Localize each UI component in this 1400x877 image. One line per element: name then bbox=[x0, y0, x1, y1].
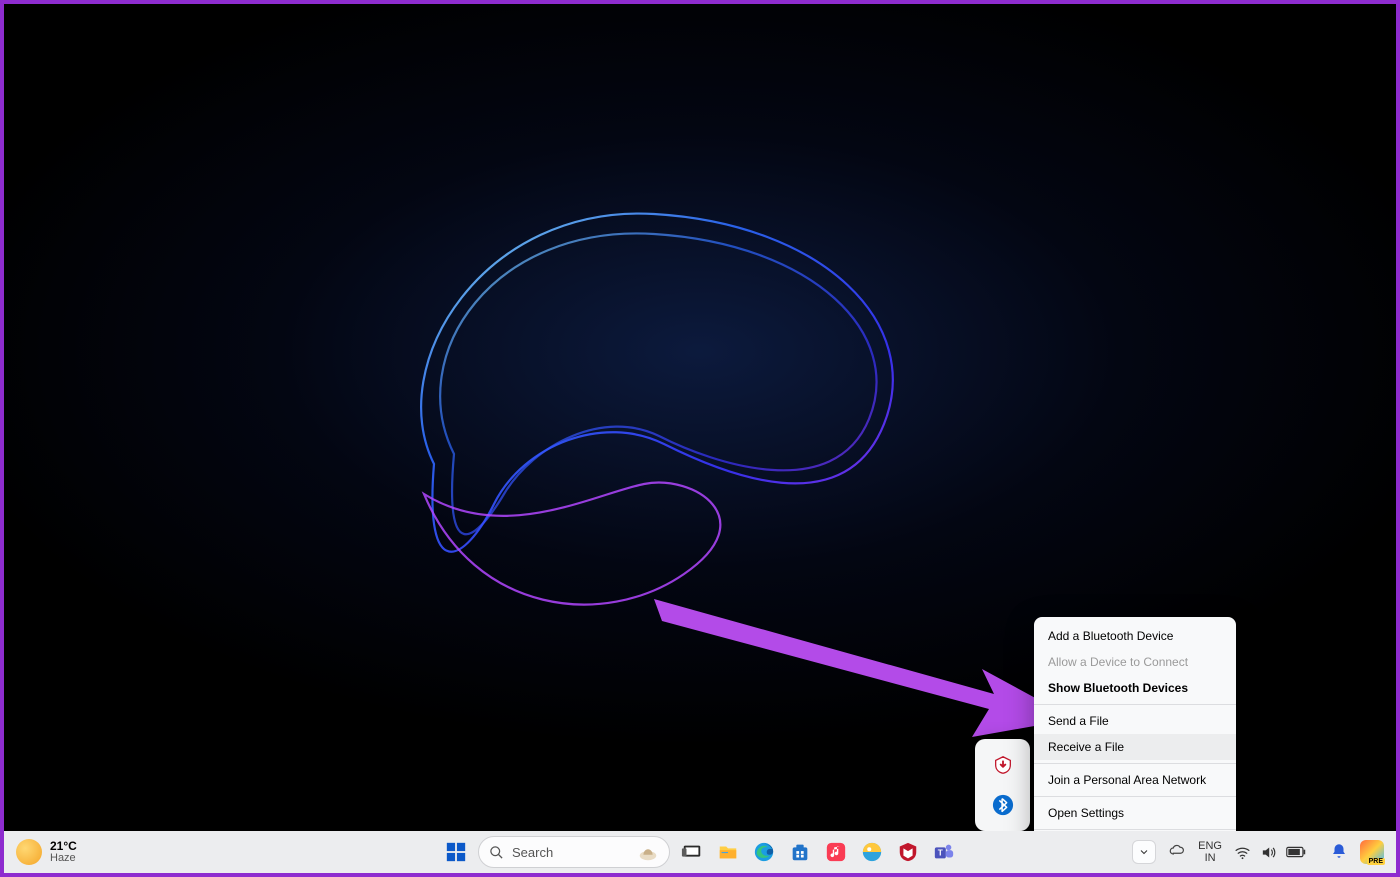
taskbar-center: Search T bbox=[442, 836, 958, 868]
language-lang: ENG bbox=[1198, 840, 1222, 852]
desktop-wallpaper[interactable]: Add a Bluetooth Device Allow a Device to… bbox=[4, 4, 1396, 831]
menu-item-allow-connect: Allow a Device to Connect bbox=[1034, 649, 1236, 675]
weather-condition: Haze bbox=[50, 852, 77, 864]
start-icon[interactable] bbox=[442, 838, 470, 866]
mcafee-icon[interactable] bbox=[894, 838, 922, 866]
menu-item-join-pan[interactable]: Join a Personal Area Network bbox=[1034, 767, 1236, 793]
chevron-down-icon bbox=[1138, 846, 1150, 858]
apple-music-icon[interactable] bbox=[822, 838, 850, 866]
search-highlight-icon bbox=[637, 841, 659, 863]
menu-item-send-file[interactable]: Send a File bbox=[1034, 708, 1236, 734]
menu-item-receive-file[interactable]: Receive a File bbox=[1034, 734, 1236, 760]
bluetooth-icon[interactable] bbox=[992, 794, 1014, 816]
volume-icon[interactable] bbox=[1260, 844, 1277, 861]
battery-icon[interactable] bbox=[1286, 845, 1306, 859]
file-explorer-icon[interactable] bbox=[714, 838, 742, 866]
teams-icon[interactable]: T bbox=[930, 838, 958, 866]
bluetooth-context-menu: Add a Bluetooth Device Allow a Device to… bbox=[1034, 617, 1236, 831]
wifi-icon[interactable] bbox=[1234, 844, 1251, 861]
menu-item-open-settings[interactable]: Open Settings bbox=[1034, 800, 1236, 826]
mcafee-download-icon[interactable] bbox=[992, 754, 1014, 776]
task-view-icon[interactable] bbox=[678, 838, 706, 866]
taskbar: 21°C Haze Search bbox=[4, 831, 1396, 873]
photos-icon[interactable] bbox=[858, 838, 886, 866]
system-tray-icons[interactable] bbox=[1234, 844, 1306, 861]
menu-separator bbox=[1034, 763, 1236, 764]
language-region: IN bbox=[1198, 852, 1222, 864]
system-tray-overflow[interactable] bbox=[975, 739, 1030, 831]
copilot-icon[interactable] bbox=[1360, 840, 1384, 864]
taskbar-right: ENG IN bbox=[1132, 840, 1384, 864]
weather-temperature: 21°C bbox=[50, 840, 77, 852]
menu-separator bbox=[1034, 796, 1236, 797]
language-indicator[interactable]: ENG IN bbox=[1198, 840, 1222, 864]
menu-item-show-devices[interactable]: Show Bluetooth Devices bbox=[1034, 675, 1236, 701]
weather-widget[interactable]: 21°C Haze bbox=[16, 839, 77, 865]
menu-item-add-device[interactable]: Add a Bluetooth Device bbox=[1034, 623, 1236, 649]
edge-icon[interactable] bbox=[750, 838, 778, 866]
menu-separator bbox=[1034, 704, 1236, 705]
notifications-icon[interactable] bbox=[1330, 842, 1348, 863]
search-icon bbox=[489, 845, 504, 860]
weather-haze-icon bbox=[16, 839, 42, 865]
search-box[interactable]: Search bbox=[478, 836, 670, 868]
onedrive-icon[interactable] bbox=[1168, 842, 1186, 863]
svg-text:T: T bbox=[938, 849, 943, 858]
microsoft-store-icon[interactable] bbox=[786, 838, 814, 866]
wallpaper-ribbon bbox=[364, 144, 944, 644]
tray-overflow-button[interactable] bbox=[1132, 840, 1156, 864]
menu-separator bbox=[1034, 829, 1236, 830]
search-placeholder: Search bbox=[512, 845, 553, 860]
